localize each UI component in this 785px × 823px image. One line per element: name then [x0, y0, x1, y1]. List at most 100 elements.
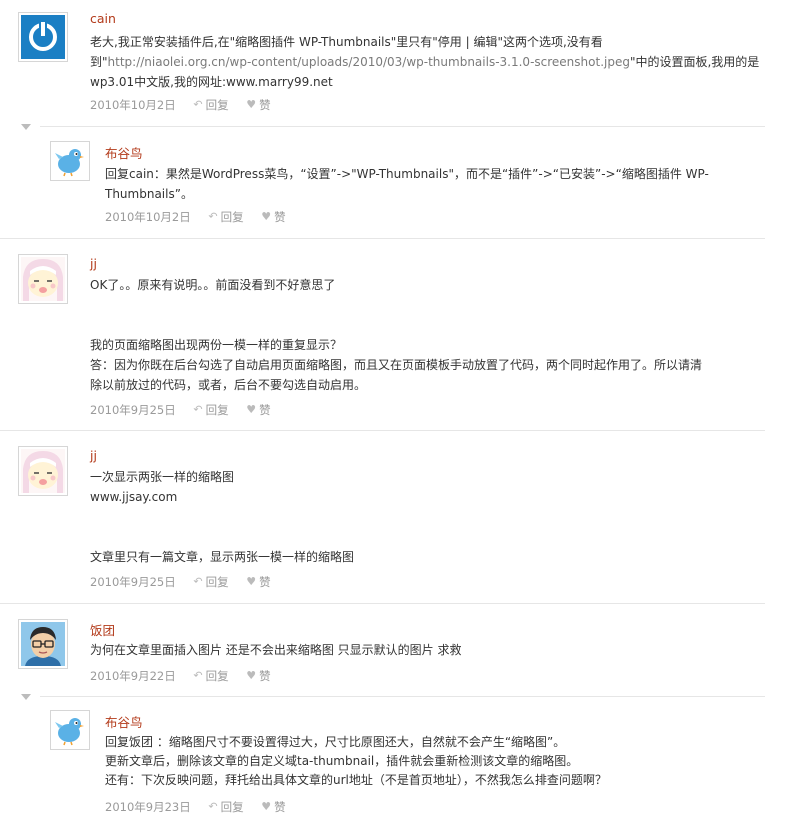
- comment-meta: 2010年10月2日 ↶ 回复 ♥ 赞: [90, 96, 271, 112]
- comment-line: 还有：下次反映问题，拜托给出具体文章的url地址（不是首页地址），不然我怎么排查…: [105, 773, 607, 787]
- comment-line: 回复cain：果然是WordPress菜鸟，“设置”->"WP-Thumbnai…: [105, 167, 709, 181]
- reply-arrow-icon: ↶: [193, 574, 203, 588]
- avatar[interactable]: [50, 710, 90, 750]
- comment-body: 一次显示两张一样的缩略图 www.jjsay.com 文章里只有一篇文章，显示两…: [90, 467, 770, 567]
- reply-button[interactable]: ↶ 回复: [193, 401, 228, 418]
- comment-line: 回复饭团 ：缩略图尺寸不要设置得过大，尺寸比原图还大，自然就不会产生“缩略图”。: [105, 735, 566, 749]
- reply-label: 回复: [205, 402, 229, 417]
- like-button[interactable]: ♥ 赞: [261, 208, 285, 225]
- comment-date[interactable]: 2010年9月23日: [105, 799, 191, 815]
- comment-body: OK了。。原来有说明。。前面没看到不好意思了 我的页面缩略图出现两份一模一样的重…: [90, 275, 770, 395]
- comment-body: 回复饭团 ：缩略图尺寸不要设置得过大，尺寸比原图还大，自然就不会产生“缩略图”。…: [105, 733, 765, 790]
- twitter-bird-avatar-icon: [53, 144, 87, 178]
- comment-meta: 2010年10月2日 ↶ 回复 ♥ 赞: [105, 208, 286, 224]
- heart-icon: ♥: [246, 402, 257, 416]
- like-button[interactable]: ♥ 赞: [246, 96, 270, 113]
- cartoon-face-avatar-icon: [21, 449, 65, 493]
- heart-icon: ♥: [261, 799, 272, 813]
- heart-icon: ♥: [246, 97, 257, 111]
- comment-line: [90, 507, 770, 527]
- divider: [40, 696, 765, 697]
- comment-line: 答：因为你既在后台勾选了自动启用页面缩略图，而且又在页面模板手动放置了代码，两个…: [90, 358, 703, 372]
- comment-meta: 2010年9月23日 ↶ 回复 ♥ 赞: [105, 798, 286, 814]
- comment-date[interactable]: 2010年9月22日: [90, 668, 176, 684]
- avatar[interactable]: [18, 254, 68, 304]
- cartoon-face-avatar-icon: [21, 257, 65, 301]
- comment-line: [90, 527, 770, 547]
- reply-button[interactable]: ↶ 回复: [208, 208, 243, 225]
- reply-label: 回复: [220, 799, 244, 814]
- comment-line: 为何在文章里面插入图片 还是不会出来缩略图 只显示默认的图片 求救: [90, 643, 462, 657]
- reply-arrow-icon: ↶: [193, 97, 203, 111]
- comment-meta: 2010年9月25日 ↶ 回复 ♥ 赞: [90, 401, 271, 417]
- comment-line: [90, 315, 770, 335]
- like-label: 赞: [274, 799, 286, 814]
- comment-line: 除以前放过的代码，或者，后台不要勾选自动启用。: [90, 378, 367, 392]
- divider: [0, 238, 765, 239]
- comment-author[interactable]: 饭团: [90, 620, 115, 639]
- power-logo-avatar-icon: [21, 15, 65, 59]
- comment-date[interactable]: 2010年9月25日: [90, 402, 176, 418]
- avatar[interactable]: [50, 141, 90, 181]
- heart-icon: ♥: [261, 209, 272, 223]
- like-button[interactable]: ♥ 赞: [261, 798, 285, 815]
- comment-body: 老大,我正常安装插件后,在"缩略图插件 WP-Thumbnails"里只有"停用…: [90, 32, 770, 92]
- reply-arrow-icon: ↶: [193, 402, 203, 416]
- comment-line: 到"http://niaolei.org.cn/wp-content/uploa…: [90, 52, 770, 72]
- thread-collapse-icon[interactable]: [21, 124, 31, 130]
- reply-button[interactable]: ↶ 回复: [193, 667, 228, 684]
- reply-arrow-icon: ↶: [193, 668, 203, 682]
- avatar[interactable]: [18, 12, 68, 62]
- comment-line: 我的页面缩略图出现两份一模一样的重复显示？: [90, 338, 343, 352]
- like-label: 赞: [259, 402, 271, 417]
- like-label: 赞: [259, 97, 271, 112]
- comment-author[interactable]: jj: [90, 256, 97, 271]
- reply-button[interactable]: ↶ 回复: [193, 96, 228, 113]
- reply-button[interactable]: ↶ 回复: [208, 798, 243, 815]
- comment-text: 到": [90, 55, 108, 69]
- comment-line: 一次显示两张一样的缩略图: [90, 470, 235, 484]
- comment-author[interactable]: cain: [90, 11, 116, 26]
- comment-line: 更新文章后，删除该文章的自定义域ta-thumbnail，插件就会重新检测该文章…: [105, 754, 579, 768]
- like-label: 赞: [259, 574, 271, 589]
- reply-arrow-icon: ↶: [208, 799, 218, 813]
- comment-line: OK了。。原来有说明。。前面没看到不好意思了: [90, 278, 336, 292]
- comment-date[interactable]: 2010年9月25日: [90, 574, 176, 590]
- divider: [40, 126, 765, 127]
- like-button[interactable]: ♥ 赞: [246, 667, 270, 684]
- reply-label: 回复: [205, 668, 229, 683]
- comment-meta: 2010年9月22日 ↶ 回复 ♥ 赞: [90, 667, 271, 683]
- thread-collapse-icon[interactable]: [21, 694, 31, 700]
- like-button[interactable]: ♥ 赞: [246, 573, 270, 590]
- comment-author[interactable]: 布谷鸟: [105, 143, 143, 162]
- comment-line: 文章里只有一篇文章，显示两张一模一样的缩略图: [90, 550, 355, 564]
- avatar[interactable]: [18, 446, 68, 496]
- heart-icon: ♥: [246, 668, 257, 682]
- comment-text: "中的设置面板,我用的是: [629, 55, 760, 69]
- comment-line: [90, 295, 770, 315]
- like-button[interactable]: ♥ 赞: [246, 401, 270, 418]
- reply-label: 回复: [220, 209, 244, 224]
- comment-date[interactable]: 2010年10月2日: [105, 209, 191, 225]
- screenshot-link[interactable]: http://niaolei.org.cn/wp-content/uploads…: [108, 55, 630, 69]
- divider: [0, 603, 765, 604]
- reply-label: 回复: [205, 97, 229, 112]
- comment-line: wp3.01中文版,我的网址:www.marry99.net: [90, 75, 333, 89]
- comment-author[interactable]: jj: [90, 448, 97, 463]
- comment-line: 老大,我正常安装插件后,在"缩略图插件 WP-Thumbnails"里只有"停用…: [90, 35, 603, 49]
- reply-button[interactable]: ↶ 回复: [193, 573, 228, 590]
- twitter-bird-avatar-icon: [53, 713, 87, 747]
- comment-line: www.jjsay.com: [90, 490, 178, 504]
- reply-label: 回复: [205, 574, 229, 589]
- comment-date[interactable]: 2010年10月2日: [90, 97, 176, 113]
- comment-line: Thumbnails”。: [105, 187, 193, 201]
- comment-author[interactable]: 布谷鸟: [105, 712, 143, 731]
- comment-body: 为何在文章里面插入图片 还是不会出来缩略图 只显示默认的图片 求救: [90, 640, 770, 660]
- heart-icon: ♥: [246, 574, 257, 588]
- divider: [0, 430, 765, 431]
- avatar[interactable]: [18, 619, 68, 669]
- like-label: 赞: [259, 668, 271, 683]
- reply-arrow-icon: ↶: [208, 209, 218, 223]
- comment-body: 回复cain：果然是WordPress菜鸟，“设置”->"WP-Thumbnai…: [105, 164, 765, 204]
- comment-meta: 2010年9月25日 ↶ 回复 ♥ 赞: [90, 573, 271, 589]
